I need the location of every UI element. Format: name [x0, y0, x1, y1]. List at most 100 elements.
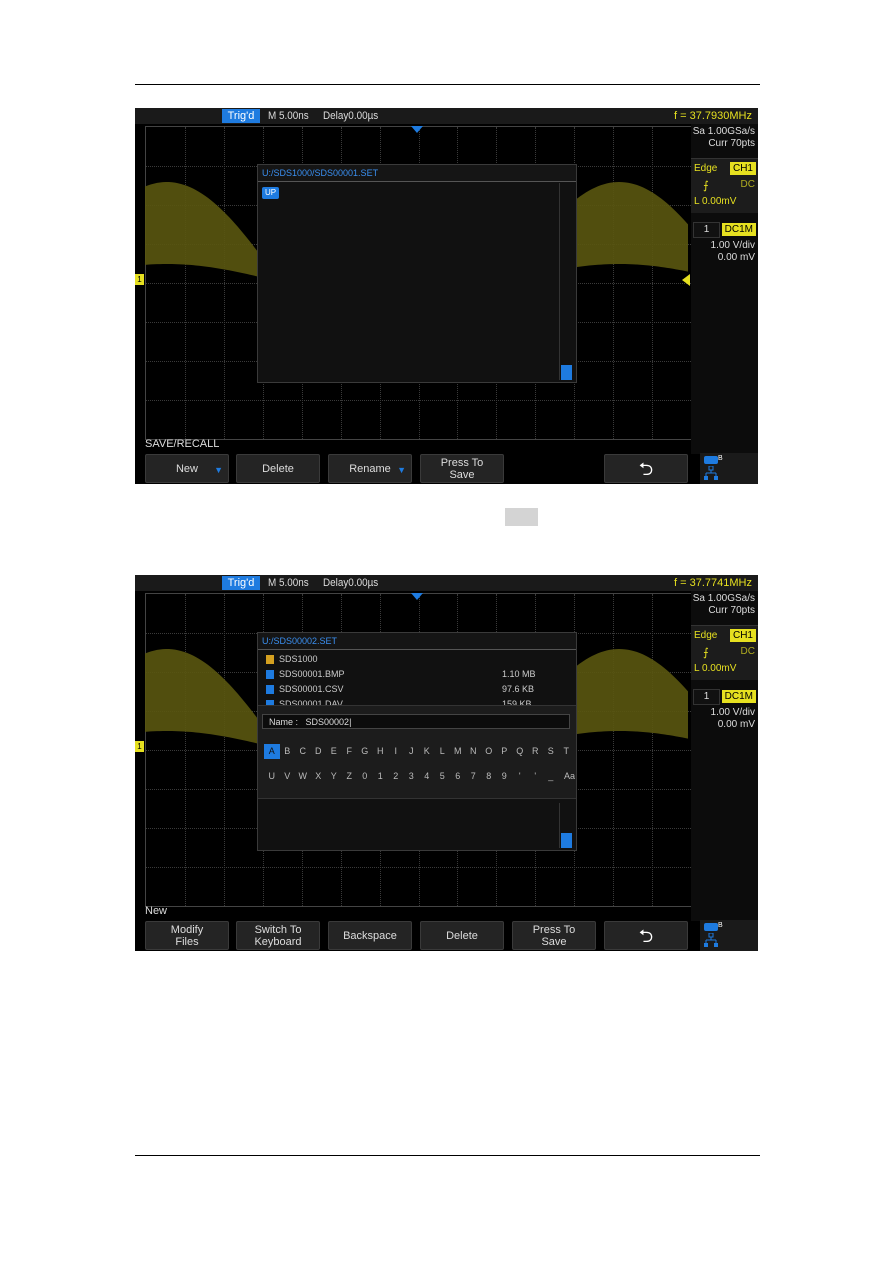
key-Y[interactable]: Y — [326, 769, 342, 784]
key-N[interactable]: N — [466, 744, 482, 759]
new-label: New — [175, 462, 198, 475]
file-item[interactable]: SDS00001.BMP 1.10 MB — [266, 667, 556, 681]
trigger-info-box[interactable]: Edge CH1 ⨍ DC L 0.00mV — [691, 625, 758, 680]
key-Z[interactable]: Z — [342, 769, 358, 784]
delay-readout[interactable]: Delay0.00µs — [323, 109, 378, 123]
return-button[interactable]: ⮌ — [604, 921, 688, 950]
current-points: Curr 70pts — [708, 138, 755, 149]
key-O[interactable]: O — [481, 744, 497, 759]
volts-per-div: 1.00 V/div — [710, 707, 755, 718]
rename-button[interactable]: Rename ▼ — [328, 454, 412, 483]
key-Q[interactable]: Q — [512, 744, 528, 759]
name-label: Name : — [269, 717, 299, 727]
key-H[interactable]: H — [373, 744, 389, 759]
key-F[interactable]: F — [342, 744, 358, 759]
key-C[interactable]: C — [295, 744, 311, 759]
key-W[interactable]: W — [295, 769, 311, 784]
scrollbar[interactable] — [559, 803, 572, 848]
delete-button[interactable]: Delete — [420, 921, 504, 950]
key-P[interactable]: P — [497, 744, 513, 759]
status-bar: Trig'd M 5.00ns Delay0.00µs f = 37.7741M… — [135, 575, 758, 591]
scroll-thumb[interactable] — [561, 833, 572, 848]
key-sym[interactable]: ' — [512, 769, 528, 784]
network-icon — [704, 466, 718, 480]
file-name: SDS1000 — [279, 654, 318, 664]
key-8[interactable]: 8 — [481, 769, 497, 784]
new-button[interactable]: New ▼ — [145, 454, 229, 483]
trigger-position-marker[interactable] — [411, 126, 423, 133]
switch-to-keyboard-label: Switch To Keyboard — [254, 923, 302, 948]
delay-readout[interactable]: Delay0.00µs — [323, 576, 378, 590]
key-3[interactable]: 3 — [404, 769, 420, 784]
return-icon: ⮌ — [638, 925, 654, 946]
info-panel: Sa 1.00GSa/s Curr 70pts Edge CH1 ⨍ DC L 0… — [691, 591, 758, 921]
channel-coupling-badge: DC1M — [721, 690, 756, 703]
channel-1-offset-marker[interactable]: 1 — [135, 274, 144, 285]
inline-key-placeholder — [505, 508, 538, 526]
key-1[interactable]: 1 — [373, 769, 389, 784]
trigger-position-marker[interactable] — [411, 593, 423, 600]
network-icon — [704, 933, 718, 947]
key-E[interactable]: E — [326, 744, 342, 759]
key-4[interactable]: 4 — [419, 769, 435, 784]
key-X[interactable]: X — [311, 769, 327, 784]
channel-scale: 1.00 V/div 0.00 mV — [711, 240, 755, 264]
channel-info-box[interactable]: 1 DC1M 1.00 V/div 0.00 mV — [691, 689, 758, 733]
press-to-save-button[interactable]: Press To Save — [512, 921, 596, 950]
key-B[interactable]: B — [280, 744, 296, 759]
scroll-thumb[interactable] — [561, 365, 572, 380]
key-I[interactable]: I — [388, 744, 404, 759]
key-D[interactable]: D — [311, 744, 327, 759]
modify-files-button[interactable]: Modify Files — [145, 921, 229, 950]
rising-edge-icon: ⨍ — [703, 647, 709, 659]
delete-button[interactable]: Delete — [236, 454, 320, 483]
key-T[interactable]: T — [559, 744, 575, 759]
key-M[interactable]: M — [450, 744, 466, 759]
key-case-toggle[interactable]: Aa — [559, 769, 581, 784]
key-7[interactable]: 7 — [466, 769, 482, 784]
channel-1-offset-marker[interactable]: 1 — [135, 741, 144, 752]
key-J[interactable]: J — [404, 744, 420, 759]
trigger-info-box[interactable]: Edge CH1 ⨍ DC L 0.00mV — [691, 158, 758, 213]
press-to-save-button[interactable]: Press To Save — [420, 454, 504, 483]
scrollbar[interactable] — [559, 183, 572, 380]
press-to-save-label: Press To Save — [532, 923, 576, 948]
key-K[interactable]: K — [419, 744, 435, 759]
key-5[interactable]: 5 — [435, 769, 451, 784]
key-R[interactable]: R — [528, 744, 544, 759]
up-directory-button[interactable]: UP — [262, 187, 279, 199]
page-footer-rule — [135, 1155, 760, 1156]
channel-info-box[interactable]: 1 DC1M 1.00 V/div 0.00 mV — [691, 222, 758, 266]
trigger-status-badge[interactable]: Trig'd — [222, 109, 260, 123]
trigger-status-badge[interactable]: Trig'd — [222, 576, 260, 590]
key-G[interactable]: G — [357, 744, 373, 759]
keyboard-row-2: U V W X Y Z 0 1 2 3 4 5 6 7 8 9 ' ' _ Aa — [264, 769, 581, 785]
switch-to-keyboard-button[interactable]: Switch To Keyboard — [236, 921, 320, 950]
key-S[interactable]: S — [543, 744, 559, 759]
timebase-readout[interactable]: M 5.00ns — [268, 109, 309, 123]
trigger-level-marker[interactable] — [682, 274, 690, 286]
key-9[interactable]: 9 — [497, 769, 513, 784]
key-0[interactable]: 0 — [357, 769, 373, 784]
file-item[interactable]: SDS00001.CSV 97.6 KB — [266, 682, 556, 696]
channel-coupling-badge: DC1M — [721, 223, 756, 236]
file-size: 97.6 KB — [502, 684, 535, 694]
folder-item[interactable]: SDS1000 — [266, 652, 556, 666]
filename-input[interactable]: Name : SDS00002| — [262, 714, 570, 729]
key-L[interactable]: L — [435, 744, 451, 759]
trigger-source-badge: CH1 — [729, 162, 756, 175]
key-U[interactable]: U — [264, 769, 280, 784]
key-2[interactable]: 2 — [388, 769, 404, 784]
key-sym[interactable]: _ — [543, 769, 559, 784]
key-A[interactable]: A — [264, 744, 280, 759]
submenu-arrow-icon: ▼ — [214, 465, 223, 475]
key-sym[interactable]: ' — [528, 769, 544, 784]
key-V[interactable]: V — [280, 769, 296, 784]
name-value: SDS00002| — [305, 717, 352, 727]
return-button[interactable]: ⮌ — [604, 454, 688, 483]
key-6[interactable]: 6 — [450, 769, 466, 784]
backspace-button[interactable]: Backspace — [328, 921, 412, 950]
page-header-rule — [135, 84, 760, 85]
oscilloscope-screen-new-file: Trig'd M 5.00ns Delay0.00µs f = 37.7741M… — [135, 575, 758, 951]
timebase-readout[interactable]: M 5.00ns — [268, 576, 309, 590]
